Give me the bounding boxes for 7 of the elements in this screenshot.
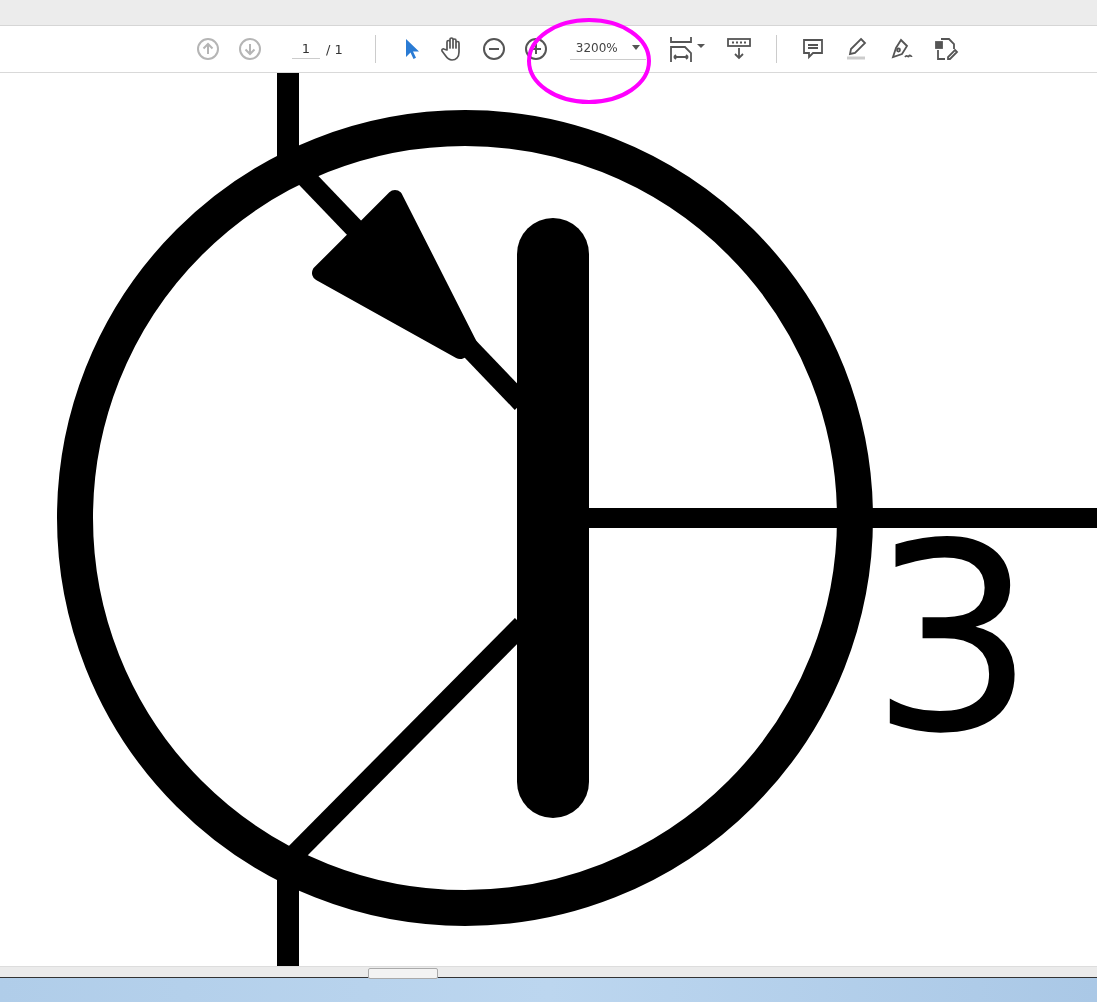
caret-icon bbox=[631, 45, 640, 50]
page-total: / 1 bbox=[326, 41, 343, 57]
horizontal-scrollbar[interactable] bbox=[0, 966, 1097, 977]
scrollbar-thumb[interactable] bbox=[368, 968, 438, 979]
pin-number-label: 3 bbox=[870, 488, 1036, 790]
comment-icon bbox=[800, 37, 825, 61]
zoom-dropdown[interactable]: 3200% bbox=[569, 38, 646, 60]
